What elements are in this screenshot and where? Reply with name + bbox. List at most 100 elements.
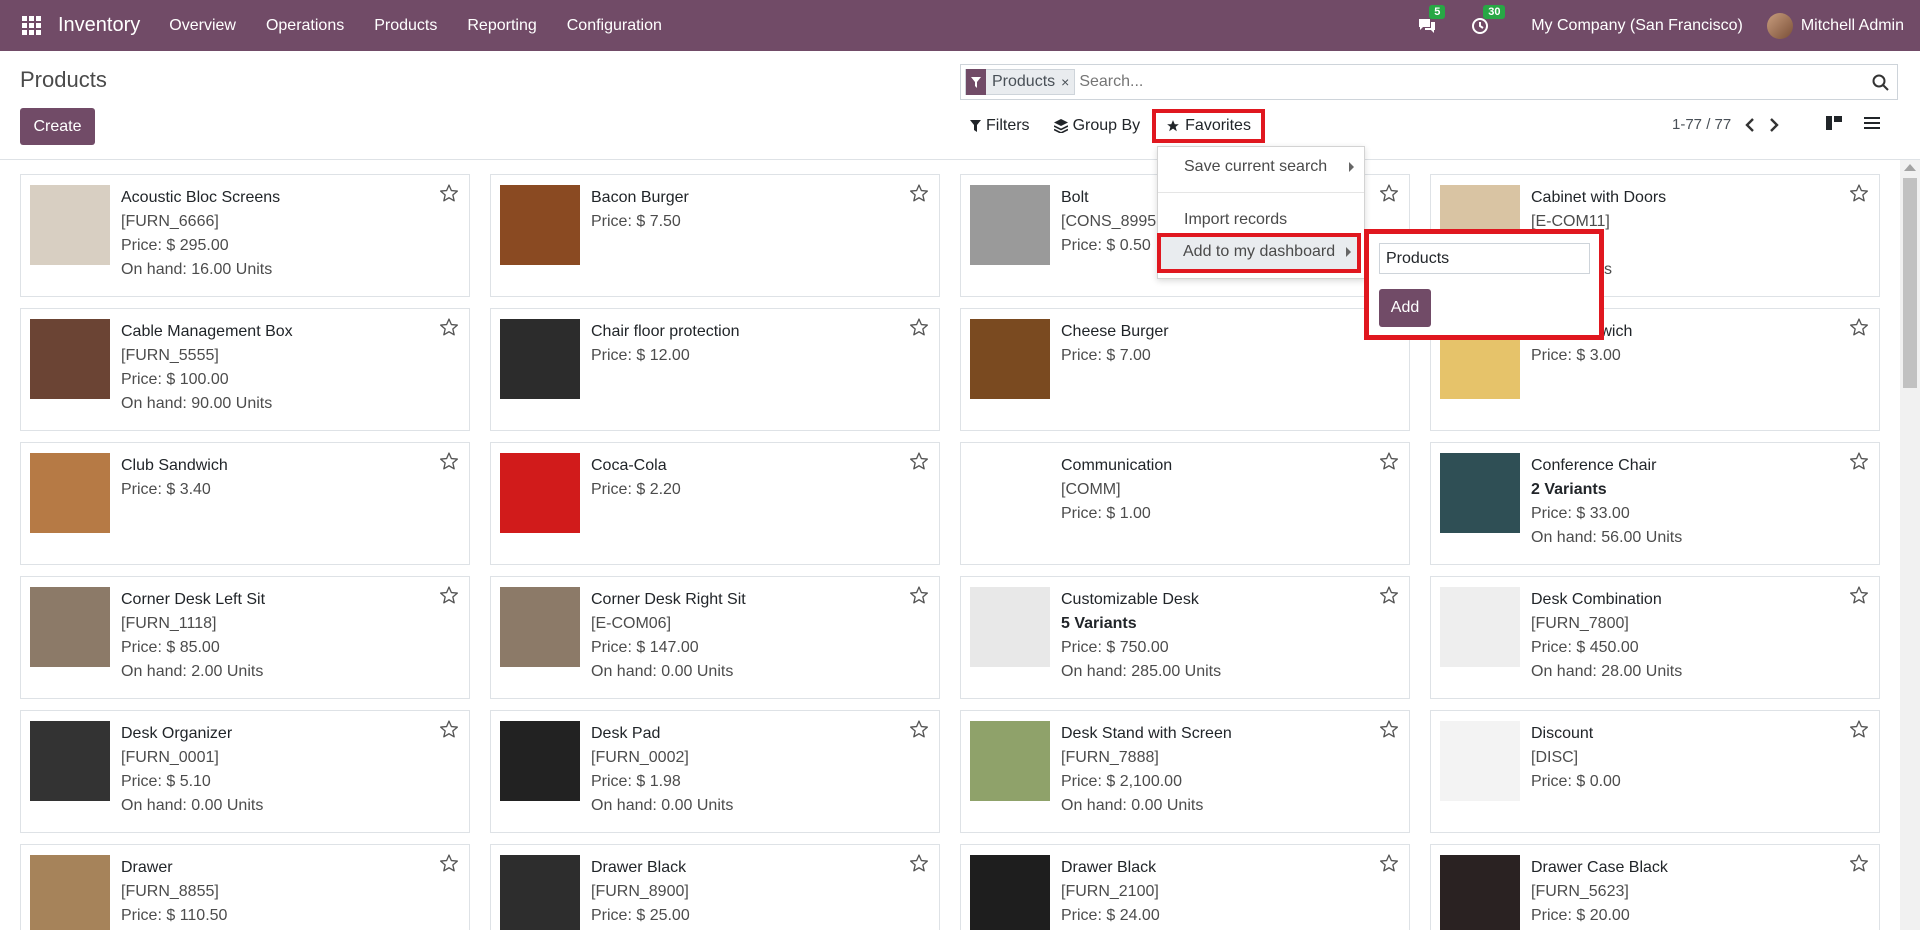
groupby-button[interactable]: Group By (1053, 117, 1140, 135)
apps-grid-icon[interactable] (22, 15, 42, 36)
favorite-star-icon[interactable] (1379, 853, 1399, 873)
product-card-body: Chair floor protection Price: $ 12.00 (591, 320, 899, 368)
chevron-right-icon[interactable] (1769, 117, 1779, 132)
favorite-star-icon[interactable] (1379, 719, 1399, 739)
add-to-dashboard-item[interactable]: Add to my dashboard (1157, 233, 1361, 273)
favorites-button[interactable]: Favorites (1152, 109, 1265, 143)
product-card[interactable]: Cable Management Box [FURN_5555] Price: $ … (20, 308, 470, 431)
messages-button[interactable]: 5 (1417, 4, 1446, 35)
search-input[interactable] (1079, 67, 1872, 97)
save-current-search-item[interactable]: Save current search (1158, 152, 1364, 182)
product-price: Price: $ 7.50 (591, 213, 681, 230)
product-card[interactable]: Desk Organizer [FURN_0001] Price: $ 5.10 On… (20, 710, 470, 833)
product-card[interactable]: Drawer Case Black [FURN_5623] Price: $ 20.… (1430, 844, 1880, 930)
favorite-star-icon[interactable] (909, 317, 929, 337)
product-image (970, 855, 1050, 930)
favorite-star-icon[interactable] (1849, 451, 1869, 471)
favorite-star-icon[interactable] (1849, 585, 1869, 605)
product-card[interactable]: Drawer Black [FURN_2100] Price: $ 24.00 (960, 844, 1410, 930)
user-name: Mitchell Admin (1800, 16, 1904, 34)
product-card[interactable]: Communication [COMM] Price: $ 1.00 (960, 442, 1410, 565)
product-name: Desk Organizer (121, 725, 233, 742)
scroll-up-arrow-icon[interactable] (1904, 164, 1916, 171)
product-name: Drawer (121, 859, 173, 876)
chevron-left-icon[interactable] (1745, 117, 1755, 132)
product-card[interactable]: Corner Desk Right Sit [E-COM06] Price: $ 1… (490, 576, 940, 699)
product-card[interactable]: Customizable Desk 5 Variants Price: $ 750.… (960, 576, 1410, 699)
product-card[interactable]: Cheese Burger Price: $ 7.00 (960, 308, 1410, 431)
product-card-body: Club Sandwich Price: $ 3.40 (121, 454, 429, 502)
create-button[interactable]: Create (20, 108, 95, 145)
favorite-star-icon[interactable] (1379, 183, 1399, 203)
product-card[interactable]: Acoustic Bloc Screens [FURN_6666] Price: $… (20, 174, 470, 297)
product-price: Price: $ 24.00 (1061, 907, 1160, 924)
product-card[interactable]: Desk Pad [FURN_0002] Price: $ 1.98 On hand:… (490, 710, 940, 833)
list-view-icon[interactable] (1864, 116, 1880, 130)
favorite-star-icon[interactable] (1849, 853, 1869, 873)
product-reference: [FURN_8900] (591, 883, 689, 900)
favorite-star-icon[interactable] (439, 183, 459, 203)
favorite-star-icon[interactable] (1379, 451, 1399, 471)
favorite-star-icon[interactable] (1379, 585, 1399, 605)
product-card[interactable]: Chair floor protection Price: $ 12.00 (490, 308, 940, 431)
favorite-star-icon[interactable] (1849, 317, 1869, 337)
company-switcher[interactable]: My Company (San Francisco) (1531, 17, 1743, 35)
scrollbar-thumb[interactable] (1903, 178, 1917, 388)
search-icon[interactable] (1872, 74, 1889, 91)
product-image (1440, 855, 1520, 930)
favorite-star-icon[interactable] (909, 853, 929, 873)
filter-icon (966, 69, 986, 95)
product-onhand: On hand: 28.00 Units (1531, 663, 1683, 680)
product-card[interactable]: Club Sandwich Price: $ 3.40 (20, 442, 470, 565)
product-card[interactable]: Desk Stand with Screen [FURN_7888] Price: … (960, 710, 1410, 833)
product-name: Bacon Burger (591, 189, 689, 206)
product-price: Price: $ 20.00 (1531, 907, 1630, 924)
menu-products[interactable]: Products (359, 17, 452, 35)
favorite-star-icon[interactable] (1849, 183, 1869, 203)
favorite-star-icon[interactable] (439, 853, 459, 873)
filters-button[interactable]: Filters (970, 117, 1030, 135)
product-card[interactable]: Drawer [FURN_8855] Price: $ 110.50 (20, 844, 470, 930)
product-price: Price: $ 12.00 (591, 347, 690, 364)
product-onhand: On hand: 0.00 Units (1061, 797, 1204, 814)
menu-reporting[interactable]: Reporting (452, 17, 551, 35)
favorite-star-icon[interactable] (439, 719, 459, 739)
dashboard-name-input[interactable] (1379, 243, 1590, 274)
product-card[interactable]: Coca-Cola Price: $ 2.20 (490, 442, 940, 565)
kanban-view-icon[interactable] (1826, 116, 1842, 130)
favorite-star-icon[interactable] (439, 451, 459, 471)
product-image (500, 855, 580, 930)
pager-value[interactable]: 1-77 / 77 (1672, 116, 1731, 133)
product-card[interactable]: Conference Chair 2 Variants Price: $ 33.00… (1430, 442, 1880, 565)
product-card[interactable]: Bacon Burger Price: $ 7.50 (490, 174, 940, 297)
favorite-star-icon[interactable] (439, 317, 459, 337)
product-card[interactable]: Corner Desk Left Sit [FURN_1118] Price: $ … (20, 576, 470, 699)
favorite-star-icon[interactable] (909, 183, 929, 203)
favorite-star-icon[interactable] (439, 585, 459, 605)
product-name: Coca-Cola (591, 457, 667, 474)
product-card[interactable]: Desk Combination [FURN_7800] Price: $ 450.… (1430, 576, 1880, 699)
product-card[interactable]: Drawer Black [FURN_8900] Price: $ 25.00 (490, 844, 940, 930)
user-menu[interactable]: Mitchell Admin (1766, 12, 1904, 39)
search-panel-buttons: Filters Group By Favorites (970, 109, 1265, 143)
app-name[interactable]: Inventory (58, 14, 140, 37)
product-name: Desk Pad (591, 725, 661, 742)
import-records-item[interactable]: Import records (1158, 205, 1364, 235)
favorite-star-icon[interactable] (909, 719, 929, 739)
favorite-star-icon[interactable] (909, 451, 929, 471)
product-card[interactable]: Discount [DISC] Price: $ 0.00 (1430, 710, 1880, 833)
activities-button[interactable]: 30 (1471, 4, 1506, 35)
view-switcher (1826, 116, 1880, 130)
product-card-body: Drawer Black [FURN_2100] Price: $ 24.00 (1061, 856, 1369, 928)
favorite-star-icon[interactable] (909, 585, 929, 605)
facet-remove-icon[interactable]: × (1061, 74, 1074, 90)
menu-overview[interactable]: Overview (154, 17, 251, 35)
add-to-dashboard-button[interactable]: Add (1379, 289, 1431, 327)
favorite-star-icon[interactable] (1849, 719, 1869, 739)
menu-configuration[interactable]: Configuration (552, 17, 677, 35)
product-image (30, 453, 110, 533)
product-price: Price: $ 85.00 (121, 639, 220, 656)
menu-operations[interactable]: Operations (251, 17, 359, 35)
filter-icon (970, 120, 981, 132)
product-price: Price: $ 25.00 (591, 907, 690, 924)
